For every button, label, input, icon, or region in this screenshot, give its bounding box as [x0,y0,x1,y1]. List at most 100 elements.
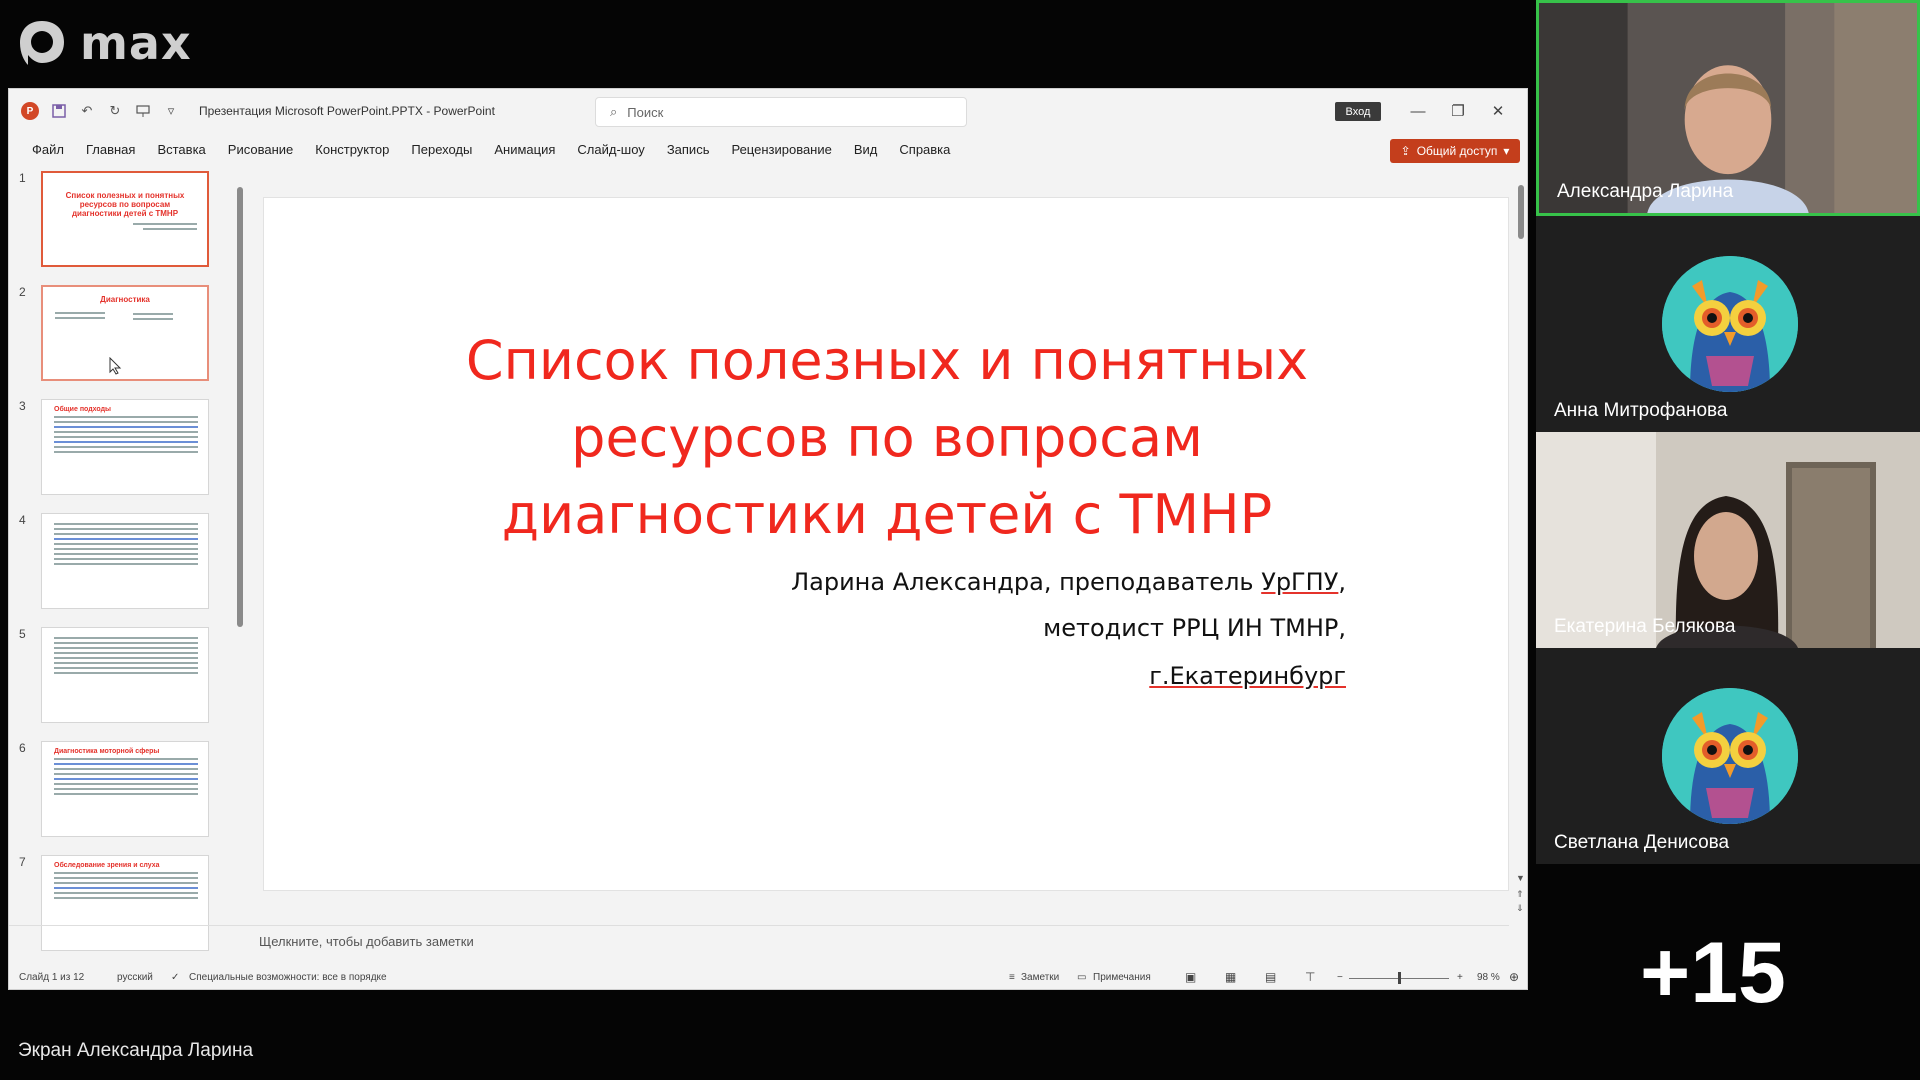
thumbnail-row[interactable]: 2 Диагностика [9,285,229,385]
slide-thumbnail-6[interactable]: Диагностика моторной сферы [41,741,209,837]
slide-subtitle-line[interactable]: г.Екатеринбург [1149,662,1346,690]
close-icon[interactable]: ✕ [1486,99,1510,123]
tab-transitions[interactable]: Переходы [400,142,483,157]
present-icon[interactable] [135,103,151,119]
thumbnail-number: 7 [19,855,26,869]
slide-thumbnail-5[interactable] [41,627,209,723]
tab-animations[interactable]: Анимация [483,142,566,157]
slide-thumbnail-2[interactable]: Диагностика [41,285,209,381]
previous-slide-icon[interactable]: ⇑ [1516,889,1524,900]
customize-toolbar-icon[interactable]: ▿ [163,103,179,119]
tab-draw[interactable]: Рисование [217,142,304,157]
tab-help[interactable]: Справка [888,142,961,157]
fit-to-window-icon[interactable]: ⊕ [1509,970,1519,984]
status-bar: Слайд 1 из 12 русский ✓ Специальные возм… [9,967,1527,989]
owl-icon [1662,256,1798,392]
participant-name: Анна Митрофанова [1554,400,1728,421]
mouse-cursor-icon [109,357,122,375]
share-button[interactable]: ⇪ Общий доступ ▾ [1390,139,1520,163]
tab-view[interactable]: Вид [843,142,889,157]
max-logo-icon [20,21,64,65]
thumbnail-row[interactable]: 5 [9,627,229,727]
participant-tile[interactable]: Анна Митрофанова [1536,216,1920,432]
slideshow-view-icon[interactable]: ⊤ [1305,970,1315,984]
save-icon[interactable] [51,103,67,119]
accessibility-status[interactable]: Специальные возможности: все в порядке [189,972,387,983]
thumbnail-row[interactable]: 3 Общие подходы [9,399,229,499]
thumbnail-row[interactable]: 6 Диагностика моторной сферы [9,741,229,841]
zoom-in-button[interactable]: + [1457,972,1463,983]
language-indicator[interactable]: русский [117,972,153,983]
next-slide-icon[interactable]: ⇓ [1516,903,1524,914]
participant-tile[interactable]: Александра Ларина [1536,0,1920,216]
thumbnail-row[interactable]: 4 [9,513,229,613]
thumbnail-number: 6 [19,741,26,755]
redo-icon[interactable]: ↻ [107,103,123,119]
tab-home[interactable]: Главная [75,142,146,157]
notes-icon: ≡ [1009,972,1015,983]
tab-design[interactable]: Конструктор [304,142,400,157]
comments-button[interactable]: Примечания [1093,972,1151,983]
zoom-level[interactable]: 98 % [1477,972,1500,983]
subtitle-text: УрГПУ [1261,568,1339,596]
more-participants-count[interactable]: +15 [1640,924,1786,1023]
slide-title-line: ресурсов по вопросам [571,406,1203,469]
participant-tile[interactable]: Светлана Денисова [1536,648,1920,864]
thumbnail-row[interactable]: 1 Список полезных и понятных ресурсов по… [9,171,229,271]
slide-title-line: Список полезных и понятных [465,329,1309,392]
thumbnail-number: 3 [19,399,26,413]
thumbnails-scrollbar[interactable] [235,171,245,961]
notes-button[interactable]: Заметки [1021,972,1059,983]
reading-view-icon[interactable]: ▤ [1265,970,1276,984]
share-label: Общий доступ [1416,144,1498,158]
owl-icon [1662,688,1798,824]
scrollbar-thumb[interactable] [237,187,243,627]
thumbnail-title: Диагностика моторной сферы [54,748,160,755]
zoom-slider-handle[interactable] [1398,972,1401,984]
slide-subtitle-line[interactable]: Ларина Александра, преподаватель УрГПУ, [791,568,1346,596]
scroll-down-icon[interactable]: ▼ [1516,873,1525,883]
thumbnail-title: Список полезных и понятных ресурсов по в… [65,191,185,218]
search-box[interactable]: ⌕ Поиск [595,97,967,127]
slide-thumbnail-4[interactable] [41,513,209,609]
participant-name: Светлана Денисова [1554,832,1730,853]
undo-icon[interactable]: ↶ [79,103,95,119]
ribbon-tabs: Файл Главная Вставка Рисование Конструкт… [9,133,1527,165]
slide-thumbnail-1[interactable]: Список полезных и понятных ресурсов по в… [41,171,209,267]
thumbnail-number: 5 [19,627,26,641]
notes-pane[interactable]: Щелкните, чтобы добавить заметки [9,925,1509,955]
slide-subtitle-line[interactable]: методист РРЦ ИН ТМНР, [1043,614,1346,642]
zoom-out-button[interactable]: − [1337,972,1343,983]
slide-scrollbar[interactable]: ▼ ⇑ ⇓ [1515,173,1527,943]
slide-canvas[interactable]: Список полезных и понятных ресурсов по в… [263,197,1509,891]
scrollbar-thumb[interactable] [1518,185,1524,239]
thumbnail-title: Диагностика [100,295,150,304]
video-call-screen: max P ↶ ↻ ▿ Презентация Microsoft PowerP… [0,0,1920,1080]
restore-icon[interactable]: ❐ [1446,99,1470,123]
max-logo: max [14,14,192,72]
powerpoint-window: P ↶ ↻ ▿ Презентация Microsoft PowerPoint… [8,88,1528,990]
participant-tile[interactable]: Екатерина Белякова [1536,432,1920,648]
slide-thumbnail-3[interactable]: Общие подходы [41,399,209,495]
tab-slideshow[interactable]: Слайд-шоу [566,142,655,157]
participant-name: Екатерина Белякова [1554,616,1736,637]
powerpoint-icon: P [21,102,39,120]
tab-file[interactable]: Файл [21,142,75,157]
accessibility-icon: ✓ [171,972,180,983]
signin-button[interactable]: Вход [1335,102,1381,121]
normal-view-icon[interactable]: ▣ [1185,970,1196,984]
subtitle-text: , [1338,568,1346,596]
thumbnail-title: Общие подходы [54,406,111,413]
thumbnail-number: 4 [19,513,26,527]
owl-avatar [1662,688,1798,824]
share-icon: ⇪ [1400,144,1411,158]
slide-sorter-icon[interactable]: ▦ [1225,970,1236,984]
search-placeholder: Поиск [627,104,664,120]
tab-review[interactable]: Рецензирование [720,142,842,157]
thumbnail-number: 2 [19,285,26,299]
tab-insert[interactable]: Вставка [146,142,216,157]
slide-thumbnails-pane: 1 Список полезных и понятных ресурсов по… [9,167,239,955]
minimize-icon[interactable]: — [1406,99,1430,123]
slide-title[interactable]: Список полезных и понятных ресурсов по в… [264,322,1510,553]
tab-record[interactable]: Запись [656,142,721,157]
